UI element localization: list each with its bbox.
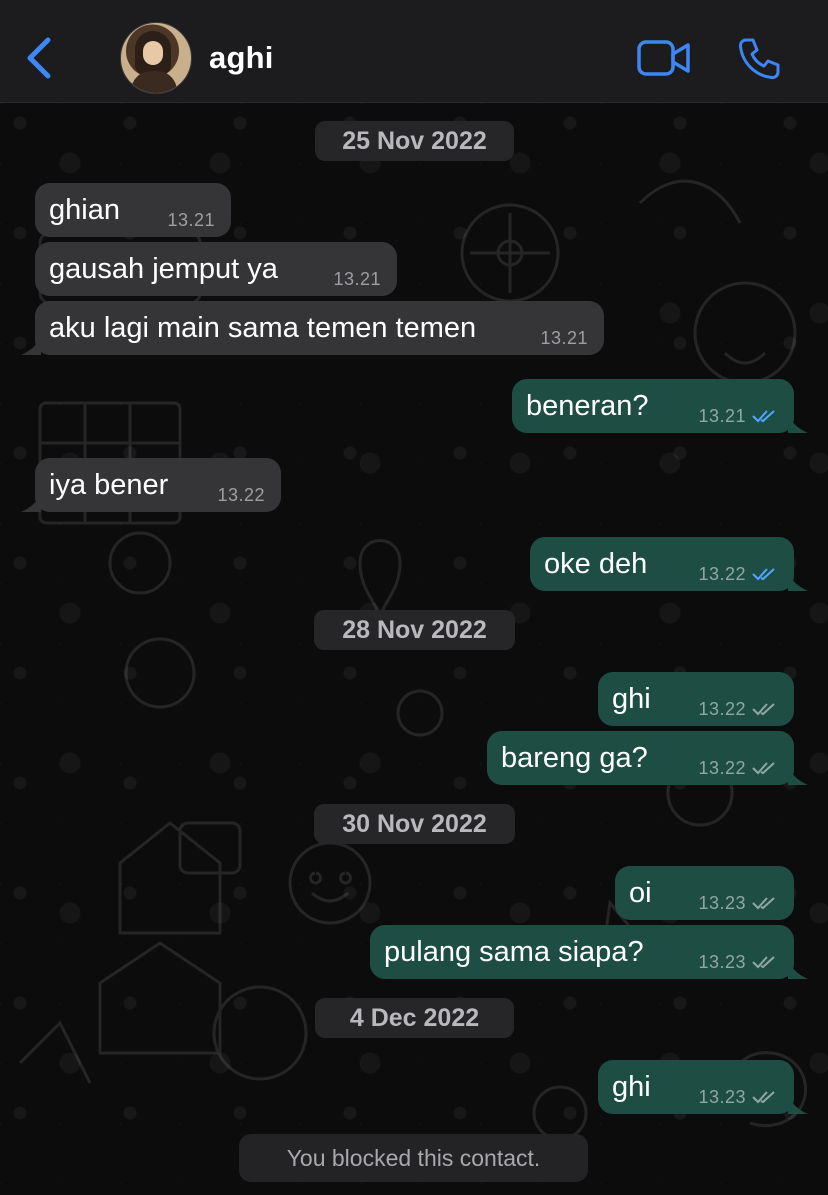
message-text: pulang sama siapa?	[384, 936, 644, 968]
message-text: gausah jemput ya	[49, 253, 278, 285]
bubble-tail	[788, 1096, 808, 1114]
message-time: 13.22	[217, 485, 265, 505]
delivered-ticks-icon	[752, 703, 775, 716]
date-chip: 30 Nov 2022	[314, 804, 515, 844]
avatar-face	[143, 41, 163, 65]
date-chip: 28 Nov 2022	[314, 610, 515, 650]
bubble-tail	[21, 337, 41, 355]
message-time: 13.21	[333, 269, 381, 289]
blocked-contact-notice[interactable]: You blocked this contact.	[239, 1134, 588, 1182]
message-text: ghian	[49, 194, 120, 226]
message-text: beneran?	[526, 390, 649, 422]
chevron-left-icon	[27, 37, 51, 79]
video-camera-icon	[637, 40, 690, 76]
delivered-ticks-icon	[752, 762, 775, 775]
avatar[interactable]	[120, 22, 192, 94]
message-time: 13.22	[698, 564, 746, 584]
message-time: 13.21	[167, 210, 215, 230]
message-bubble-outgoing[interactable]: oi 13.23	[615, 866, 794, 920]
bubble-tail	[21, 494, 41, 512]
message-bubble-incoming[interactable]: iya bener 13.22	[21, 458, 281, 512]
message-time: 13.22	[698, 699, 746, 719]
contact-name[interactable]: aghi	[209, 40, 274, 76]
message-bubble-incoming[interactable]: gausah jemput ya 13.21	[35, 242, 397, 296]
back-button[interactable]	[20, 34, 60, 82]
message-text: ghi	[612, 683, 651, 715]
message-time: 13.23	[698, 952, 746, 972]
bubble-tail	[788, 415, 808, 433]
voice-call-button[interactable]	[736, 36, 782, 82]
delivered-ticks-icon	[752, 1091, 775, 1104]
message-text: bareng ga?	[501, 742, 648, 774]
phone-icon	[738, 38, 780, 80]
read-ticks-icon	[752, 410, 775, 423]
delivered-ticks-icon	[752, 956, 775, 969]
bubble-tail	[788, 767, 808, 785]
message-time: 13.21	[698, 406, 746, 426]
bubble-tail	[788, 573, 808, 591]
message-bubble-outgoing[interactable]: beneran? 13.21	[512, 379, 808, 433]
message-text: oi	[629, 877, 652, 909]
message-text: iya bener	[49, 469, 169, 501]
message-bubble-outgoing[interactable]: pulang sama siapa? 13.23	[370, 925, 808, 979]
message-bubble-outgoing[interactable]: ghi 13.22	[598, 672, 794, 726]
message-bubble-outgoing[interactable]: bareng ga? 13.22	[487, 731, 808, 785]
message-time: 13.23	[698, 893, 746, 913]
message-time: 13.23	[698, 1087, 746, 1107]
message-text: oke deh	[544, 548, 648, 580]
message-text: ghi	[612, 1071, 651, 1103]
message-time: 13.21	[540, 328, 588, 348]
chat-area[interactable]: 25 Nov 2022 28 Nov 2022 30 Nov 2022 4 De…	[0, 103, 828, 1195]
message-text: aku lagi main sama temen temen	[49, 312, 477, 344]
video-call-button[interactable]	[636, 38, 692, 78]
message-time: 13.22	[698, 758, 746, 778]
message-bubble-incoming[interactable]: ghian 13.21	[35, 183, 231, 237]
read-ticks-icon	[752, 568, 775, 581]
avatar-body	[131, 71, 177, 93]
message-bubble-outgoing[interactable]: ghi 13.23	[598, 1060, 808, 1114]
chat-header: aghi	[0, 0, 828, 103]
bubble-tail	[788, 961, 808, 979]
message-bubble-incoming[interactable]: aku lagi main sama temen temen 13.21	[21, 301, 604, 355]
delivered-ticks-icon	[752, 897, 775, 910]
message-bubble-outgoing[interactable]: oke deh 13.22	[530, 537, 808, 591]
date-chip: 25 Nov 2022	[315, 121, 514, 161]
date-chip: 4 Dec 2022	[315, 998, 514, 1038]
